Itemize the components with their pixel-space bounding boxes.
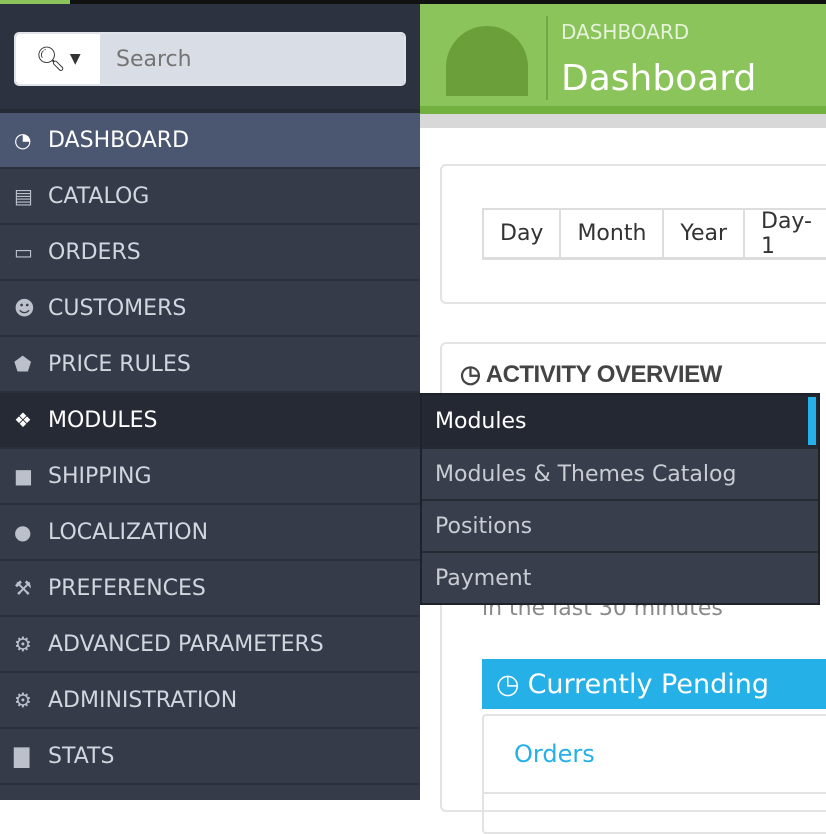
search-box: 🔍︎ ▼ — [14, 32, 406, 86]
sidebar-item-preferences[interactable]: ⚒ PREFERENCES — [0, 561, 420, 617]
sidebar-item-customers[interactable]: ☻ CUSTOMERS — [0, 281, 420, 337]
sidebar-item-catalog[interactable]: ▤ CATALOG — [0, 169, 420, 225]
year-button[interactable]: Year — [662, 208, 745, 260]
currently-pending-header: ◷ Currently Pending — [482, 659, 826, 709]
sidebar-item-label: STATS — [48, 743, 115, 769]
sidebar-item-shipping[interactable]: ■ SHIPPING — [0, 449, 420, 505]
puzzle-icon: ❖ — [14, 408, 32, 432]
clock-icon: ◷ — [496, 668, 520, 700]
sidebar-item-price-rules[interactable]: ⬟ PRICE RULES — [0, 337, 420, 393]
day-button[interactable]: Day — [482, 208, 562, 260]
orders-link[interactable]: Orders — [514, 740, 595, 768]
sidebar-item-label: DASHBOARD — [48, 127, 190, 153]
globe-icon: ● — [14, 520, 32, 544]
truck-icon: ■ — [14, 464, 33, 488]
cog-icon: ⚙ — [14, 688, 32, 712]
orders-box: Orders — [482, 714, 826, 834]
wrench-icon: ⚒ — [14, 576, 32, 600]
search-icon: 🔍︎ — [35, 45, 66, 73]
day-minus-1-button[interactable]: Day-1 — [743, 208, 826, 260]
bar-chart-icon: ▇ — [14, 744, 30, 768]
month-button[interactable]: Month — [559, 208, 665, 260]
sidebar-item-label: CUSTOMERS — [48, 295, 187, 321]
search-type-button[interactable]: 🔍︎ ▼ — [16, 34, 100, 84]
sidebar-item-dashboard[interactable]: ◔ DASHBOARD — [0, 113, 420, 169]
pending-title: Currently Pending — [527, 668, 769, 700]
sidebar-item-label: PREFERENCES — [48, 575, 206, 601]
sidebar-item-label: ORDERS — [48, 239, 141, 265]
sidebar-item-label: LOCALIZATION — [48, 519, 209, 545]
page-title: Dashboard — [561, 58, 757, 99]
sidebar-item-label: SHIPPING — [48, 463, 152, 489]
submenu-item-modules-themes-catalog[interactable]: Modules & Themes Catalog — [422, 447, 818, 499]
search-input[interactable] — [100, 34, 404, 84]
sidebar-item-localization[interactable]: ● LOCALIZATION — [0, 505, 420, 561]
sidebar-item-label: PRICE RULES — [48, 351, 191, 377]
sidebar: 🔍︎▼ ◔ DASHBOARD ▤ CATALOG ▭ ORDERS ☻ CUSTOMERS ⬟… — [0, 4, 420, 800]
sidebar-item-label: MODULES — [48, 407, 158, 433]
dashboard-gauge-icon — [446, 26, 528, 96]
activity-title: ACTIVITY OVERVIEW — [485, 361, 723, 388]
sidebar-item-administration[interactable]: ⚙ ADMINISTRATION — [0, 673, 420, 729]
caret-down-icon: ▼ — [69, 51, 81, 67]
sidebar-item-advanced-parameters[interactable]: ⚙ ADVANCED PARAMETERS — [0, 617, 420, 673]
sidebar-item-modules[interactable]: ❖ MODULES — [0, 393, 420, 449]
credit-card-icon: ▭ — [14, 240, 33, 264]
period-panel: Day Month Year Day-1 — [440, 164, 826, 304]
sidebar-item-orders[interactable]: ▭ ORDERS — [0, 225, 420, 281]
sidebar-item-label: ADVANCED PARAMETERS — [48, 631, 324, 657]
clock-icon: ◷ — [460, 361, 481, 388]
sidebar-item-label: CATALOG — [48, 183, 150, 209]
sidebar-item-stats[interactable]: ▇ STATS — [0, 729, 420, 785]
modules-submenu: Modules Modules & Themes Catalog Positions… — [420, 393, 820, 605]
submenu-item-positions[interactable]: Positions — [422, 499, 818, 551]
submenu-item-payment[interactable]: Payment — [422, 551, 818, 603]
sidebar-item-label: ADMINISTRATION — [48, 687, 238, 713]
page-header: DASHBOARD Dashboard — [420, 4, 826, 106]
breadcrumb[interactable]: DASHBOARD — [561, 20, 689, 44]
book-icon: ▤ — [14, 184, 33, 208]
users-icon: ☻ — [14, 296, 35, 320]
dashboard-icon: ◔ — [14, 128, 32, 152]
tags-icon: ⬟ — [14, 352, 32, 376]
submenu-item-modules[interactable]: Modules — [422, 395, 818, 447]
cogs-icon: ⚙ — [14, 632, 32, 656]
